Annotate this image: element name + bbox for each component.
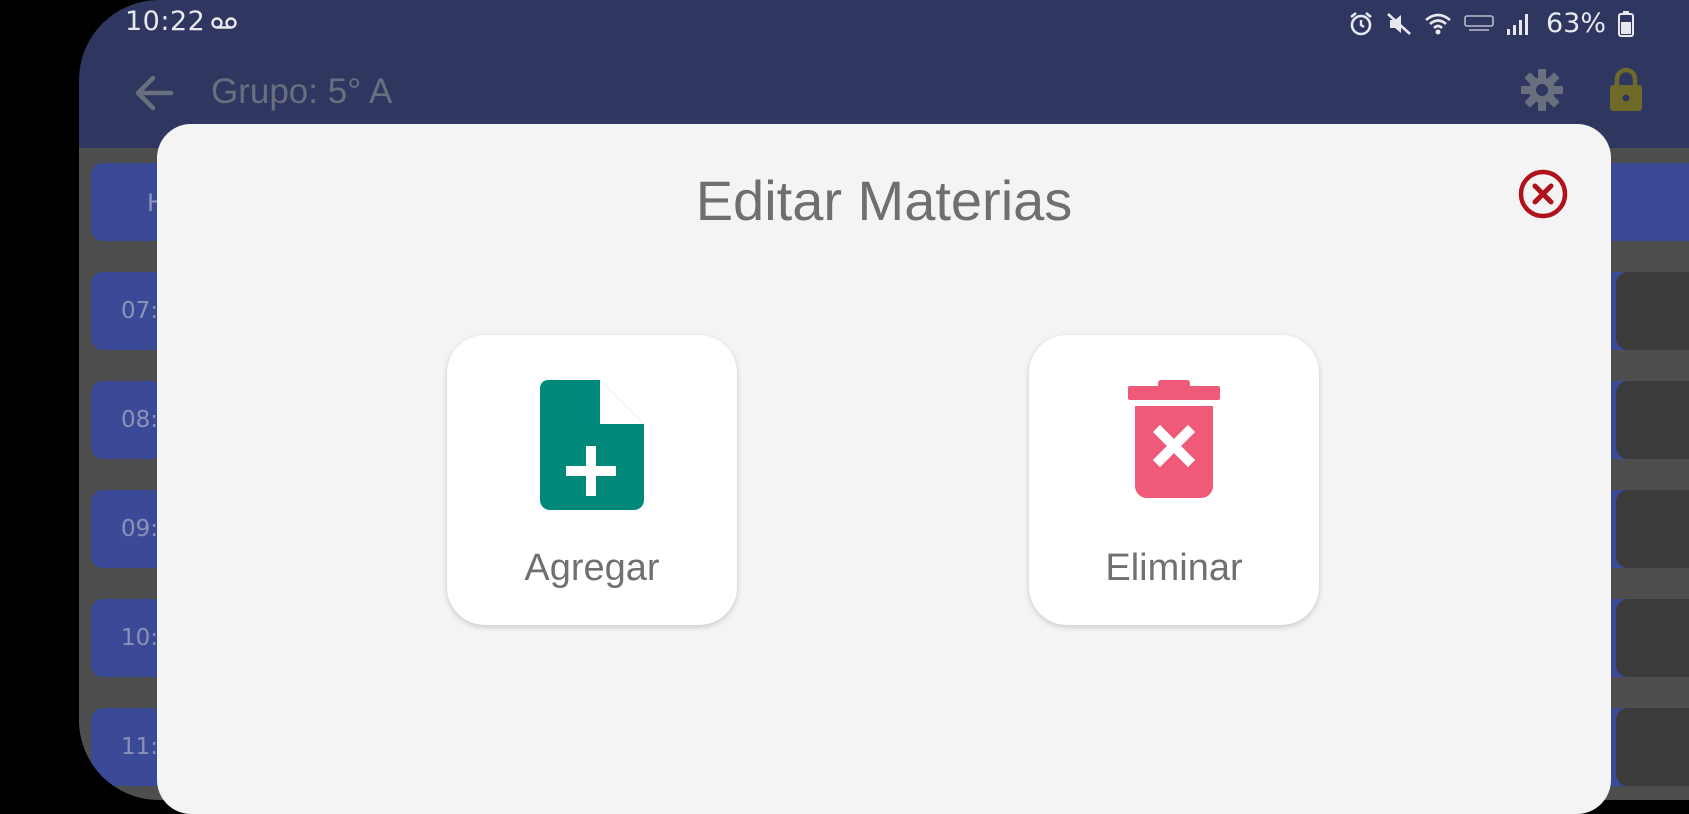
back-arrow-icon[interactable] bbox=[131, 70, 177, 116]
schedule-row-time: 11: bbox=[121, 734, 159, 760]
gear-icon[interactable] bbox=[1520, 68, 1564, 112]
edit-subjects-dialog: Editar Materias Agregar Eliminar bbox=[157, 124, 1611, 814]
page-title: Grupo: 5° A bbox=[211, 72, 393, 111]
signal-icon bbox=[1506, 13, 1528, 35]
status-icons: 63% bbox=[1348, 8, 1634, 39]
close-icon[interactable] bbox=[1517, 168, 1569, 220]
add-file-icon bbox=[540, 380, 644, 510]
schedule-row-cell bbox=[1616, 490, 1689, 568]
delete-trash-icon bbox=[1128, 380, 1220, 498]
delete-subject-label: Eliminar bbox=[1105, 547, 1243, 589]
add-subject-label: Agregar bbox=[524, 547, 660, 589]
dialog-title: Editar Materias bbox=[695, 169, 1073, 232]
schedule-row-time: 09: bbox=[121, 516, 159, 542]
lock-icon[interactable] bbox=[1608, 66, 1644, 112]
status-bar: 10:22 63% bbox=[79, 0, 1689, 48]
status-time: 10:22 bbox=[125, 6, 206, 37]
mute-icon bbox=[1387, 12, 1411, 35]
schedule-row-time: 08: bbox=[121, 407, 159, 433]
schedule-row-time: 10: bbox=[121, 625, 159, 651]
schedule-row-cell bbox=[1616, 599, 1689, 677]
add-subject-button[interactable]: Agregar bbox=[447, 335, 737, 625]
battery-percent: 63% bbox=[1545, 8, 1606, 39]
voicemail-icon bbox=[211, 17, 237, 29]
volte-icon bbox=[1464, 14, 1494, 31]
schedule-row-cell bbox=[1616, 708, 1689, 786]
battery-icon bbox=[1618, 10, 1634, 37]
schedule-row-cell bbox=[1616, 272, 1689, 350]
wifi-icon bbox=[1425, 13, 1451, 34]
delete-subject-button[interactable]: Eliminar bbox=[1029, 335, 1319, 625]
schedule-row-cell bbox=[1616, 381, 1689, 459]
alarm-icon bbox=[1350, 11, 1372, 35]
schedule-row-time: 07: bbox=[121, 298, 159, 324]
